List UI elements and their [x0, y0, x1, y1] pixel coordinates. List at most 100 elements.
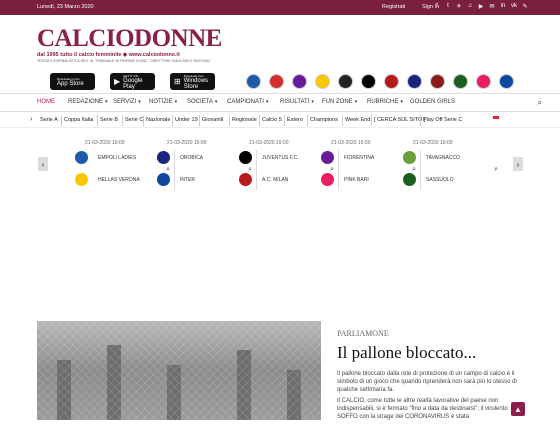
ticker-item[interactable]: [ CERCA SUL SITO ] [374, 117, 425, 123]
language-flag-icon[interactable] [493, 116, 505, 122]
home-team: JUVENTUS F.C. [239, 151, 299, 164]
nav-golden-girls[interactable]: GOLDEN GIRLS [410, 99, 455, 105]
nav-risultati[interactable]: RISULTATI ▾ [280, 99, 314, 105]
ticker-item[interactable]: Regionale [232, 117, 257, 123]
linkedin-icon[interactable]: in [500, 3, 506, 10]
away-team: HELLAS VERONA [75, 173, 140, 186]
youtube-icon[interactable]: ▶ [478, 3, 484, 10]
match-card[interactable]: 21-03-2020 15:00 OROBICA INTER ⌕ [157, 140, 257, 190]
team-name: INTER [180, 176, 195, 183]
ticker-item[interactable]: Estero [287, 117, 303, 123]
club-logo-icon[interactable] [246, 74, 261, 89]
ticker-divider [284, 115, 285, 126]
club-logo-icon[interactable] [453, 74, 468, 89]
search-icon[interactable]: ⌕ [538, 98, 542, 108]
ticker-item[interactable]: Calcio 5 [262, 117, 282, 123]
tiktok-icon[interactable]: ♫ [467, 3, 473, 10]
nav-redazione[interactable]: REDAZIONE ▾ [68, 99, 108, 105]
chevron-down-icon: ▾ [214, 99, 218, 105]
ticker-item[interactable]: Serie C [125, 117, 143, 123]
ticker-item[interactable]: Giovanili [202, 117, 223, 123]
team-name: SASSUOLO [426, 176, 454, 183]
telegram-icon[interactable]: ✈ [456, 3, 462, 10]
scores-next-button[interactable]: › [513, 157, 523, 171]
ticker-divider [229, 115, 230, 126]
club-logo-icon[interactable] [407, 74, 422, 89]
windows-store-button[interactable]: ⊞ Download from Windows Store [170, 73, 215, 90]
vk-icon[interactable]: vk [511, 3, 517, 10]
chevron-down-icon: ▾ [174, 99, 178, 105]
scroll-to-top-button[interactable]: ▲ [511, 402, 525, 416]
mail-icon[interactable]: ✉ [489, 3, 495, 10]
ticker-item[interactable]: Champions [310, 117, 338, 123]
team-badge-icon [157, 151, 170, 164]
team-name: FIORENTINA [344, 154, 375, 161]
ticker-divider [122, 115, 123, 126]
team-name: TAVAGNACCO [426, 154, 460, 161]
social-icons: f t ✈ ♫ ▶ ✉ in vk ✎ [434, 3, 528, 10]
chevron-down-icon: ▾ [400, 99, 403, 105]
nav-societa[interactable]: SOCIETA ▾ [187, 99, 217, 105]
excerpt-paragraph: Il CALCIO, come tutte le altre realtà la… [337, 398, 508, 420]
windows-icon: ⊞ [174, 77, 181, 86]
club-logo-icon[interactable] [384, 74, 399, 89]
ticker-item[interactable]: Play Off Serie C [423, 117, 462, 123]
facebook-icon[interactable]: f [434, 3, 440, 10]
ticker-item[interactable]: Serie B [100, 117, 118, 123]
club-logo-icon[interactable] [269, 74, 284, 89]
store-label: App Store [57, 80, 84, 87]
match-search-icon[interactable]: ⌕ [494, 166, 498, 174]
match-card[interactable]: 21-03-2020 15:00 JUVENTUS F.C. A.C. MILAN ⌕ [239, 140, 339, 190]
club-logo-icon[interactable] [292, 74, 307, 89]
match-card[interactable]: 21-03-2020 15:00 FIORENTINA PINK BARI ⌕ [321, 140, 421, 190]
match-date: 21-03-2020 15:00 [167, 140, 207, 146]
category-ticker: › Serie A Coppa Italia Serie B Serie C Nazio… [0, 114, 560, 128]
nav-rubriche[interactable]: RUBRICHE ▾ [367, 99, 403, 105]
article-category[interactable]: PARLIAMONE [337, 329, 389, 338]
google-play-button[interactable]: ▶ GET IT ON Google Play [110, 73, 155, 90]
scores-prev-button[interactable]: ‹ [38, 157, 48, 171]
home-team: OROBICA [157, 151, 203, 164]
blog-icon[interactable]: ✎ [522, 3, 528, 10]
team-badge-icon [75, 151, 88, 164]
article-title[interactable]: Il pallone bloccato... [337, 343, 476, 363]
club-logo-icon[interactable] [430, 74, 445, 89]
store-label: Google Play [123, 77, 143, 90]
club-logo-icon[interactable] [315, 74, 330, 89]
club-logos [246, 74, 514, 89]
ticker-divider [371, 115, 372, 126]
nav-servizi[interactable]: SERVIZI ▾ [113, 99, 141, 105]
article-image[interactable] [37, 321, 321, 420]
match-date: 21-03-2020 15:00 [249, 140, 289, 146]
club-logo-icon[interactable] [361, 74, 376, 89]
ticker-arrow-icon[interactable]: › [30, 116, 32, 123]
ticker-divider [199, 115, 200, 126]
home-team: EMPOLI LADIES [75, 151, 136, 164]
twitter-icon[interactable]: t [445, 3, 451, 10]
team-name: EMPOLI LADIES [98, 154, 137, 161]
club-logo-icon[interactable] [338, 74, 353, 89]
nav-home[interactable]: HOME [37, 99, 55, 105]
nav-campionati[interactable]: CAMPIONATI ▾ [227, 99, 268, 105]
club-logo-icon[interactable] [476, 74, 491, 89]
ticker-item[interactable]: Nazionale [146, 117, 170, 123]
main-nav: HOME REDAZIONE ▾ SERVIZI ▾ NOTIZIE ▾ SOCIET… [0, 93, 560, 112]
nav-label: SERVIZI [113, 99, 137, 105]
match-card[interactable]: 21-03-2020 15:00 EMPOLI LADIES HELLAS VERO… [75, 140, 175, 190]
nav-label: FUN ZONE [322, 99, 353, 105]
ticker-item[interactable]: Week End [345, 117, 370, 123]
nav-fun-zone[interactable]: FUN ZONE ▾ [322, 99, 357, 105]
ticker-item[interactable]: Serie A [40, 117, 58, 123]
nav-label: RUBRICHE [367, 99, 399, 105]
away-team: PINK BARI [321, 173, 369, 186]
app-store-button[interactable]: Download on the App Store [50, 73, 95, 90]
register-link[interactable]: Registrati [382, 4, 405, 10]
site-logo[interactable]: CALCIODONNE dal 1995 tutto il calcio fem… [37, 26, 222, 63]
match-card[interactable]: 21-03-2020 15:00 TAVAGNACCO SASSUOLO ⌕ [403, 140, 498, 190]
nav-notizie[interactable]: NOTIZIE ▾ [149, 99, 177, 105]
ticker-item[interactable]: Under 19 [175, 117, 198, 123]
ticker-item[interactable]: Coppa Italia [64, 117, 93, 123]
match-date: 21-03-2020 15:00 [413, 140, 453, 146]
team-badge-icon [75, 173, 88, 186]
club-logo-icon[interactable] [499, 74, 514, 89]
